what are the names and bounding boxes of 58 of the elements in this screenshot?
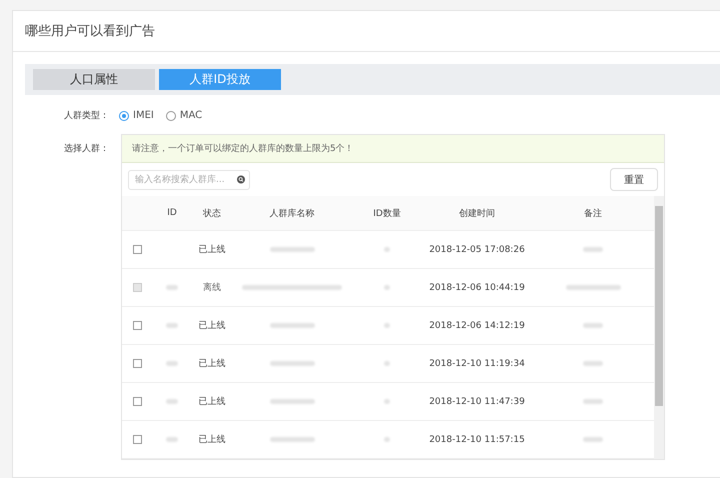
blurred-text	[166, 399, 178, 404]
blurred-text	[384, 361, 390, 366]
status-cell-text: 已上线	[198, 244, 226, 256]
blurred-text	[270, 361, 314, 366]
blurred-text	[583, 361, 603, 366]
section-title: 哪些用户可以看到广告	[13, 11, 720, 52]
blurred-text	[384, 323, 390, 328]
date-cell-text: 2018-12-10 11:57:15	[428, 434, 526, 444]
status-cell-text: 已上线	[198, 434, 226, 446]
blurred-text	[384, 437, 390, 442]
notice-message: 请注意，一个订单可以绑定的人群库的数量上限为5个！	[122, 135, 664, 163]
date-cell-text: 2018-12-10 11:47:39	[428, 396, 526, 406]
column-header: ID数量	[372, 208, 402, 220]
row-checkbox[interactable]	[132, 435, 142, 444]
search-field[interactable]: 输入名称搜索人群库...	[128, 170, 250, 190]
blurred-text	[166, 437, 178, 442]
blurred-text	[270, 437, 314, 442]
blurred-text	[566, 285, 620, 290]
column-header: 创建时间	[458, 208, 496, 220]
field-label: 人群类型：	[63, 110, 109, 122]
column-header: 人群库名称	[268, 208, 316, 220]
blurred-text	[166, 361, 178, 366]
status-cell-text: 离线	[202, 282, 222, 294]
date-cell-text: 2018-12-06 10:44:19	[428, 282, 526, 292]
row-checkbox[interactable]	[132, 359, 142, 368]
column-header: 状态	[202, 208, 222, 220]
date-cell-text: 2018-12-10 11:19:34	[428, 358, 526, 368]
blurred-text	[583, 323, 603, 328]
blurred-text	[384, 399, 390, 404]
blurred-text	[384, 247, 390, 252]
blurred-text	[166, 285, 178, 290]
status-cell-text: 已上线	[198, 358, 226, 370]
scrollbar[interactable]	[654, 196, 664, 459]
column-header: 备注	[583, 208, 603, 220]
radio-button[interactable]	[166, 110, 176, 120]
blurred-text	[270, 247, 314, 252]
radio-button[interactable]	[119, 110, 129, 120]
column-header: ID	[166, 208, 178, 218]
blurred-text	[384, 285, 390, 290]
row-checkbox[interactable]	[132, 321, 142, 330]
status-cell-text: 已上线	[198, 320, 226, 332]
field-label: 选择人群：	[63, 142, 109, 155]
tab[interactable]: 人口属性	[33, 69, 155, 90]
row-checkbox[interactable]	[132, 245, 142, 254]
blurred-text	[166, 323, 178, 328]
blurred-text	[583, 247, 603, 252]
blurred-text	[583, 399, 603, 404]
date-cell-text: 2018-12-06 14:12:19	[428, 320, 526, 330]
blurred-text	[270, 399, 314, 404]
radio-label: MAC	[180, 110, 202, 121]
search-icon	[237, 174, 245, 185]
row-checkbox[interactable]	[132, 397, 142, 406]
reset-button[interactable]: 重置	[610, 168, 658, 191]
date-cell-text: 2018-12-05 17:08:26	[428, 244, 526, 254]
blurred-text	[270, 323, 314, 328]
blurred-text	[583, 437, 603, 442]
radio-label: IMEI	[133, 110, 154, 121]
status-cell-text: 已上线	[198, 396, 226, 408]
